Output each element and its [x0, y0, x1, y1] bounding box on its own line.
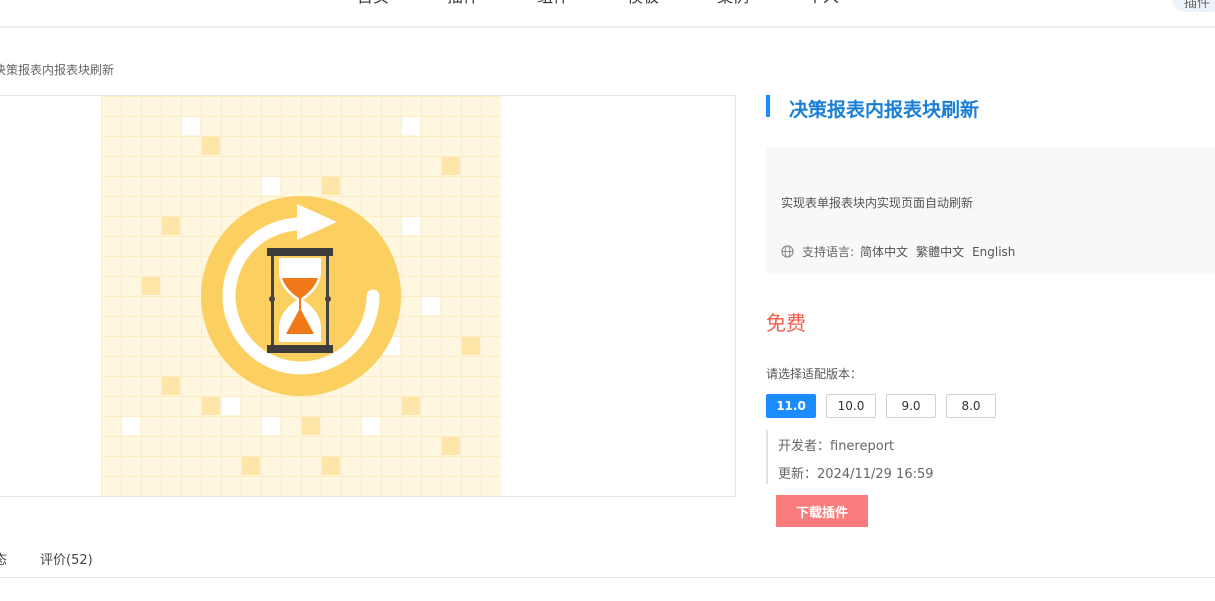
updated-info: 更新：2024/11/29 16:59 [778, 467, 934, 482]
version-9-button[interactable]: 9.0 [886, 394, 936, 418]
nav-personal[interactable]: 个人 [807, 0, 839, 6]
nav-search-pill[interactable]: 插件 [1172, 0, 1215, 12]
download-plugin-button[interactable]: 下载插件 [776, 495, 868, 527]
language-zh-tw: 繁體中文 [916, 245, 965, 259]
nav-templates[interactable]: 模板 [627, 0, 659, 6]
plugin-image-frame [0, 95, 736, 497]
nav-plugins[interactable]: 插件 [447, 0, 479, 6]
nav-home[interactable]: 首页 [357, 0, 389, 6]
version-10-button[interactable]: 10.0 [826, 394, 876, 418]
version-label: 请选择适配版本： [766, 367, 863, 381]
description-box: 实现表单报表块内实现页面自动刷新 支持语言: 简体中文 繁體中文 English [766, 147, 1215, 274]
tab-reviews[interactable]: 评价(52) [40, 549, 93, 568]
languages-label: 支持语言: [802, 245, 855, 259]
nav-cases[interactable]: 案例 [717, 0, 749, 6]
plugin-description: 实现表单报表块内实现页面自动刷新 [781, 196, 974, 210]
developer-info: 开发者：finereport [778, 439, 895, 454]
price-label: 免费 [766, 311, 806, 335]
breadcrumb: 决策报表内报表块刷新 [0, 63, 115, 77]
tab-updates[interactable]: 态 [0, 549, 7, 568]
title-accent-bar [766, 95, 770, 117]
tabs-divider [0, 577, 1215, 578]
plugin-title: 决策报表内报表块刷新 [789, 99, 980, 121]
language-zh-cn: 简体中文 [860, 245, 909, 259]
meta-divider [766, 430, 768, 484]
version-11-button[interactable]: 11.0 [766, 394, 816, 418]
nav-components[interactable]: 组件 [537, 0, 569, 6]
plugin-detail-page: 首页 插件 组件 模板 案例 个人 插件 决策报表内报表块刷新 [0, 0, 1215, 601]
top-nav: 首页 插件 组件 模板 案例 个人 插件 [0, 0, 1215, 28]
globe-icon [781, 245, 794, 258]
hourglass-refresh-icon [101, 96, 501, 496]
version-8-button[interactable]: 8.0 [946, 394, 996, 418]
languages-row: 支持语言: 简体中文 繁體中文 English [781, 243, 1023, 260]
language-en: English [972, 244, 1016, 259]
